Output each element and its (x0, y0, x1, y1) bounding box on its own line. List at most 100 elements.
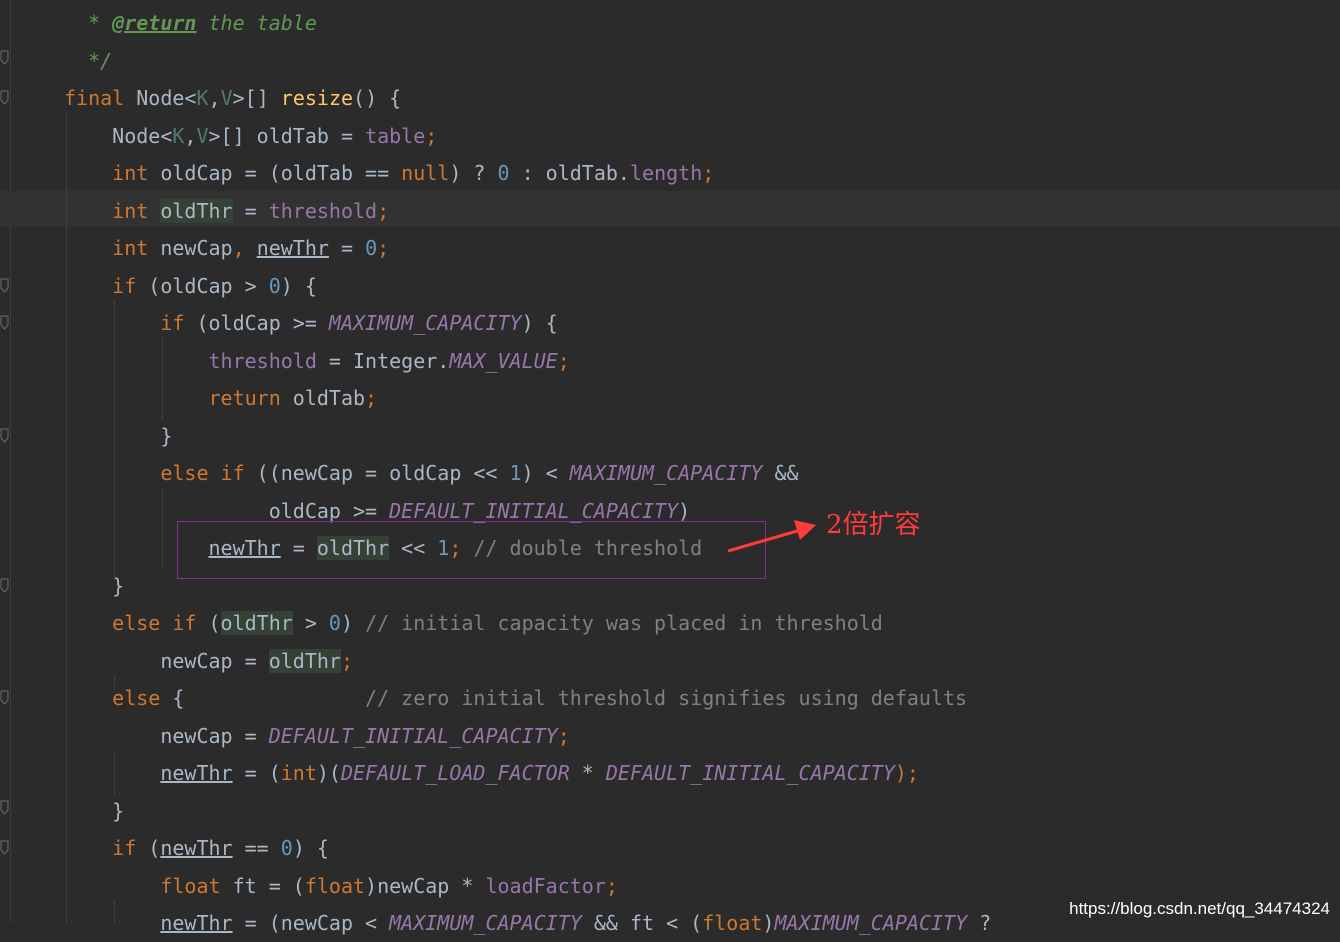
fold-marker-icon[interactable] (0, 578, 10, 594)
code-token: MAXIMUM_CAPACITY (569, 461, 763, 485)
code-token: >[] oldTab = (208, 123, 366, 148)
code-token: newThr (256, 236, 329, 260)
fold-marker-icon[interactable] (0, 90, 10, 106)
fold-marker-icon[interactable] (0, 800, 10, 816)
code-token: ; (702, 161, 715, 185)
code-token: < (160, 123, 173, 148)
code-token: , (208, 86, 221, 110)
code-token: ft = ( (232, 873, 305, 898)
code-line[interactable]: threshold = Integer.MAX_VALUE; (64, 343, 570, 380)
code-token: resize (280, 86, 354, 110)
code-line[interactable]: else { // zero initial threshold signifi… (64, 680, 967, 717)
code-line[interactable]: newCap = DEFAULT_INITIAL_CAPACITY; (64, 718, 569, 755)
code-token: DEFAULT_LOAD_FACTOR (340, 761, 570, 785)
fold-marker-icon[interactable] (0, 50, 10, 66)
indent-guide (114, 750, 115, 795)
code-token: // initial capacity was placed in thresh… (365, 611, 883, 635)
code-token: ) (762, 911, 775, 935)
code-token: DEFAULT_INITIAL_CAPACITY (605, 761, 895, 785)
code-token: , (184, 123, 197, 148)
code-line[interactable]: Node<K,V>[] oldTab = table; (64, 118, 437, 155)
code-token: newCap = (64, 723, 269, 748)
code-line[interactable]: float ft = (float)newCap * loadFactor; (64, 868, 618, 905)
code-line[interactable]: return oldTab; (64, 380, 378, 417)
code-token: ( (208, 611, 221, 635)
indent-guide (114, 300, 115, 580)
code-line[interactable]: newThr = (int)(DEFAULT_LOAD_FACTOR * DEF… (64, 755, 919, 792)
code-token: DEFAULT_INITIAL_CAPACITY (268, 723, 558, 748)
annotation-arrow-icon (727, 520, 816, 553)
code-line[interactable]: } (64, 418, 172, 455)
code-token: MAXIMUM_CAPACITY (328, 311, 522, 335)
code-line[interactable]: else if ((newCap = oldCap << 1) < MAXIMU… (64, 455, 799, 492)
code-token: ; (605, 873, 618, 898)
code-token: int (112, 161, 161, 185)
indent-guide (114, 900, 115, 923)
code-token: )newCap * (365, 873, 486, 898)
fold-marker-icon[interactable] (0, 840, 10, 856)
fold-marker-icon[interactable] (0, 315, 10, 331)
code-token: ) (340, 611, 366, 635)
code-token: oldThr (268, 648, 341, 673)
code-line[interactable]: final Node<K,V>[] resize() { (64, 80, 401, 117)
code-token: */ (64, 48, 113, 73)
code-line[interactable]: int oldThr = threshold; (64, 193, 389, 230)
code-line[interactable]: int oldCap = (oldTab == null) ? 0 : oldT… (64, 155, 714, 192)
code-token: < (184, 86, 197, 110)
code-line[interactable]: newCap = oldThr; (64, 643, 353, 680)
code-token: MAX_VALUE (449, 348, 558, 373)
code-token: newCap = (64, 648, 269, 673)
code-token: 0 (280, 836, 293, 860)
code-token: threshold (208, 348, 317, 373)
code-token: int (280, 761, 317, 785)
code-token: ; (377, 236, 390, 260)
code-token: = (328, 236, 366, 260)
code-token: ) < (521, 461, 570, 485)
code-token: && (762, 461, 799, 485)
code-token: Node (64, 123, 161, 148)
fold-marker-icon[interactable] (0, 278, 10, 294)
code-line[interactable]: if (oldCap > 0) { (64, 268, 317, 305)
code-token: ; (557, 348, 570, 373)
code-token: 0 (268, 273, 281, 298)
code-token: ; (365, 386, 378, 410)
code-token: if (160, 311, 197, 335)
code-line[interactable]: } (64, 793, 124, 830)
code-token: @return (112, 11, 197, 35)
code-line[interactable]: int newCap, newThr = 0; (64, 230, 389, 267)
code-token: 1 (509, 461, 522, 485)
code-token: ? (967, 911, 992, 935)
fold-marker-icon[interactable] (0, 428, 10, 444)
code-token: the table (196, 11, 317, 35)
code-line[interactable]: * @return the table (64, 5, 317, 42)
code-token: >[] (232, 86, 281, 110)
code-line[interactable]: */ (64, 43, 112, 80)
code-token: 0 (328, 611, 341, 635)
code-line[interactable]: newThr = (newCap < MAXIMUM_CAPACITY && f… (64, 905, 991, 942)
code-editor[interactable]: * @return the table */ final Node<K,V>[] … (0, 0, 1340, 935)
code-token: = (newCap < (232, 911, 390, 935)
code-line[interactable]: } (64, 568, 124, 605)
code-token: V (196, 123, 209, 148)
code-token: = Integer. (316, 348, 450, 373)
code-token: if (112, 836, 149, 860)
code-line[interactable]: else if (oldThr > 0) // initial capacity… (64, 605, 883, 642)
code-token: V (220, 86, 233, 110)
code-token: K (196, 86, 209, 110)
code-token: ((newCap = oldCap << (256, 461, 510, 485)
code-token: ; (425, 123, 438, 148)
code-token: 0 (497, 161, 510, 185)
code-token: float (702, 911, 763, 935)
code-line[interactable]: if (oldCap >= MAXIMUM_CAPACITY) { (64, 305, 557, 342)
fold-marker-icon[interactable] (0, 690, 10, 706)
code-token: } (64, 423, 173, 448)
code-token: (oldCap >= (196, 311, 329, 335)
code-line[interactable]: if (newThr == 0) { (64, 830, 329, 867)
code-token: (oldCap > (148, 273, 269, 298)
code-token: oldThr (160, 198, 233, 223)
